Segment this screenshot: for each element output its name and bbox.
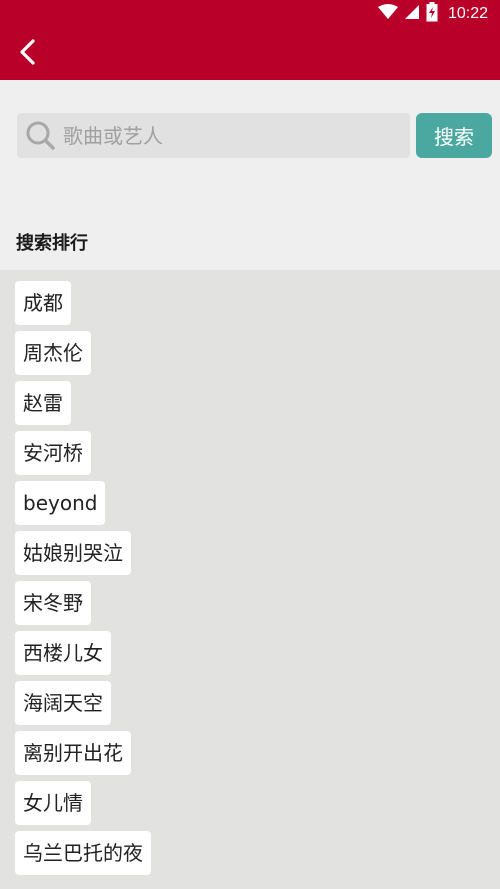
ranking-item[interactable]: 女儿情	[15, 781, 91, 825]
status-time: 10:22	[447, 5, 488, 22]
wifi-icon	[377, 4, 398, 24]
chevron-left-icon	[17, 39, 39, 69]
ranking-title: 搜索排行	[16, 233, 88, 254]
ranking-item[interactable]: 西楼儿女	[15, 631, 111, 675]
search-icon	[25, 120, 57, 152]
status-icons: 10:22	[377, 2, 488, 26]
ranking-item[interactable]: 离别开出花	[15, 731, 131, 775]
battery-charging-icon	[426, 2, 438, 26]
ranking-item[interactable]: beyond	[15, 481, 106, 525]
ranking-item[interactable]: 姑娘别哭泣	[15, 531, 131, 575]
ranking-item[interactable]: 赵雷	[15, 381, 71, 425]
cell-signal-icon	[404, 4, 420, 24]
ranking-item[interactable]: 海阔天空	[15, 681, 111, 725]
search-button[interactable]: 搜索	[416, 113, 492, 158]
search-ranking-list: 成都 周杰伦 赵雷 安河桥 beyond 姑娘别哭泣 宋冬野 西楼儿女 海阔天空…	[15, 281, 485, 881]
back-button[interactable]	[10, 36, 46, 72]
ranking-item[interactable]: 安河桥	[15, 431, 91, 475]
search-section: 搜索 搜索排行	[0, 80, 500, 270]
ranking-item[interactable]: 乌兰巴托的夜	[15, 831, 151, 875]
search-input[interactable]	[63, 115, 383, 156]
ranking-item[interactable]: 周杰伦	[15, 331, 91, 375]
ranking-item[interactable]: 成都	[15, 281, 71, 325]
ranking-item[interactable]: 宋冬野	[15, 581, 91, 625]
search-box[interactable]	[17, 113, 410, 158]
app-header: 10:22	[0, 0, 500, 80]
status-bar: 10:22	[0, 0, 500, 28]
